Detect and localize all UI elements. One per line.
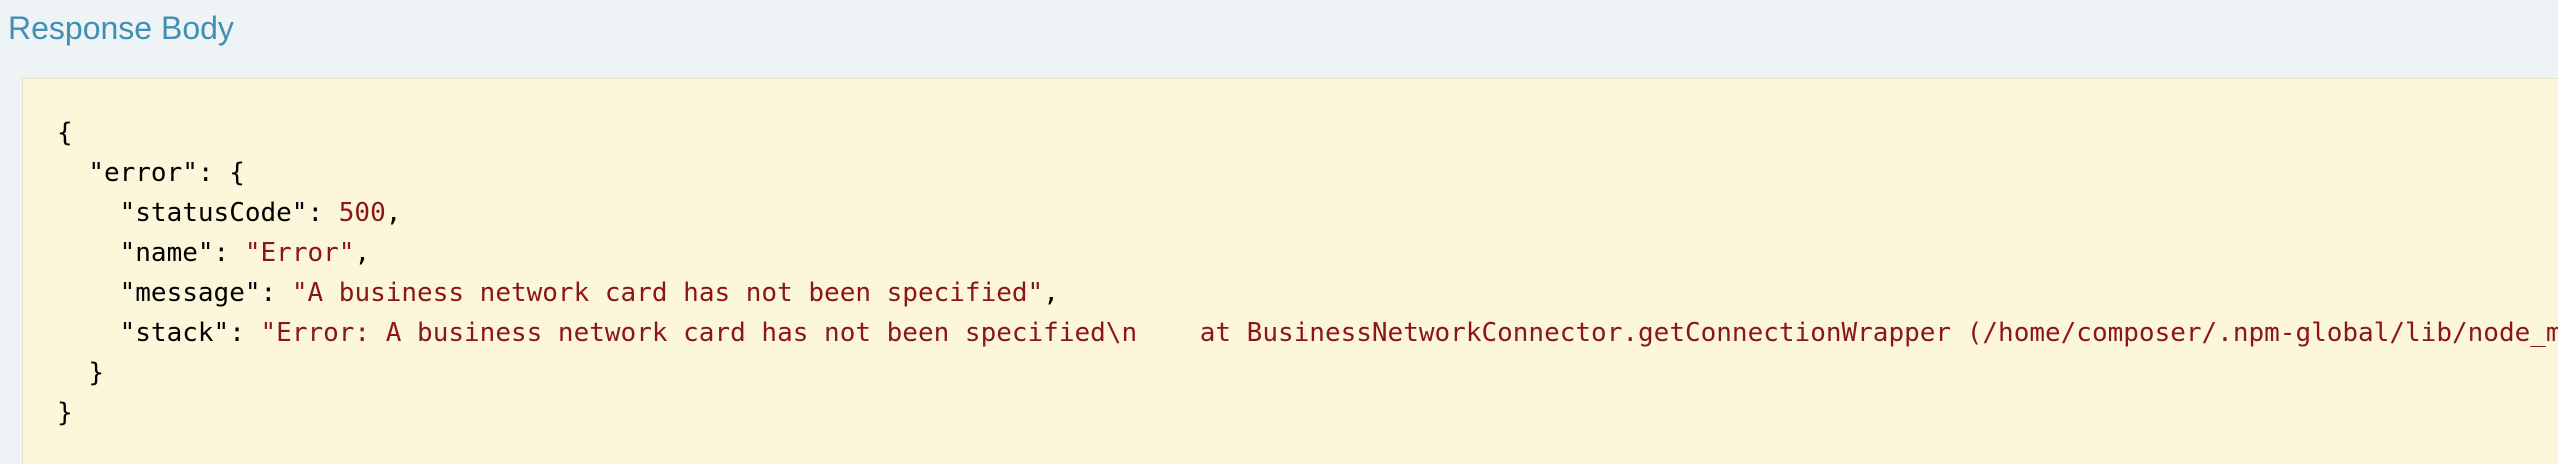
json-error-close: } <box>88 358 104 388</box>
json-key-error: "error" <box>88 158 198 188</box>
json-comma: , <box>1043 278 1059 308</box>
response-body-panel[interactable]: { "error": { "statusCode": 500, "name": … <box>22 78 2558 464</box>
json-open-brace: { <box>57 118 73 148</box>
json-comma: , <box>354 238 371 268</box>
json-value-stack: "Error: A business network card has not … <box>260 318 2558 348</box>
json-key-name: "name" <box>119 238 214 268</box>
json-key-stack: "stack" <box>119 318 230 348</box>
response-json: { "error": { "statusCode": 500, "name": … <box>57 113 2558 433</box>
response-body-heading: Response Body <box>8 10 234 46</box>
json-comma: , <box>385 198 402 228</box>
json-value-message: "A business network card has not been sp… <box>291 278 1044 308</box>
json-key-statuscode: "statusCode" <box>119 198 308 228</box>
json-key-message: "message" <box>119 278 261 308</box>
json-close-brace: } <box>57 398 73 428</box>
json-error-open: : { <box>197 158 245 188</box>
json-value-name: "Error" <box>244 238 355 268</box>
json-value-statuscode: 500 <box>338 198 386 228</box>
